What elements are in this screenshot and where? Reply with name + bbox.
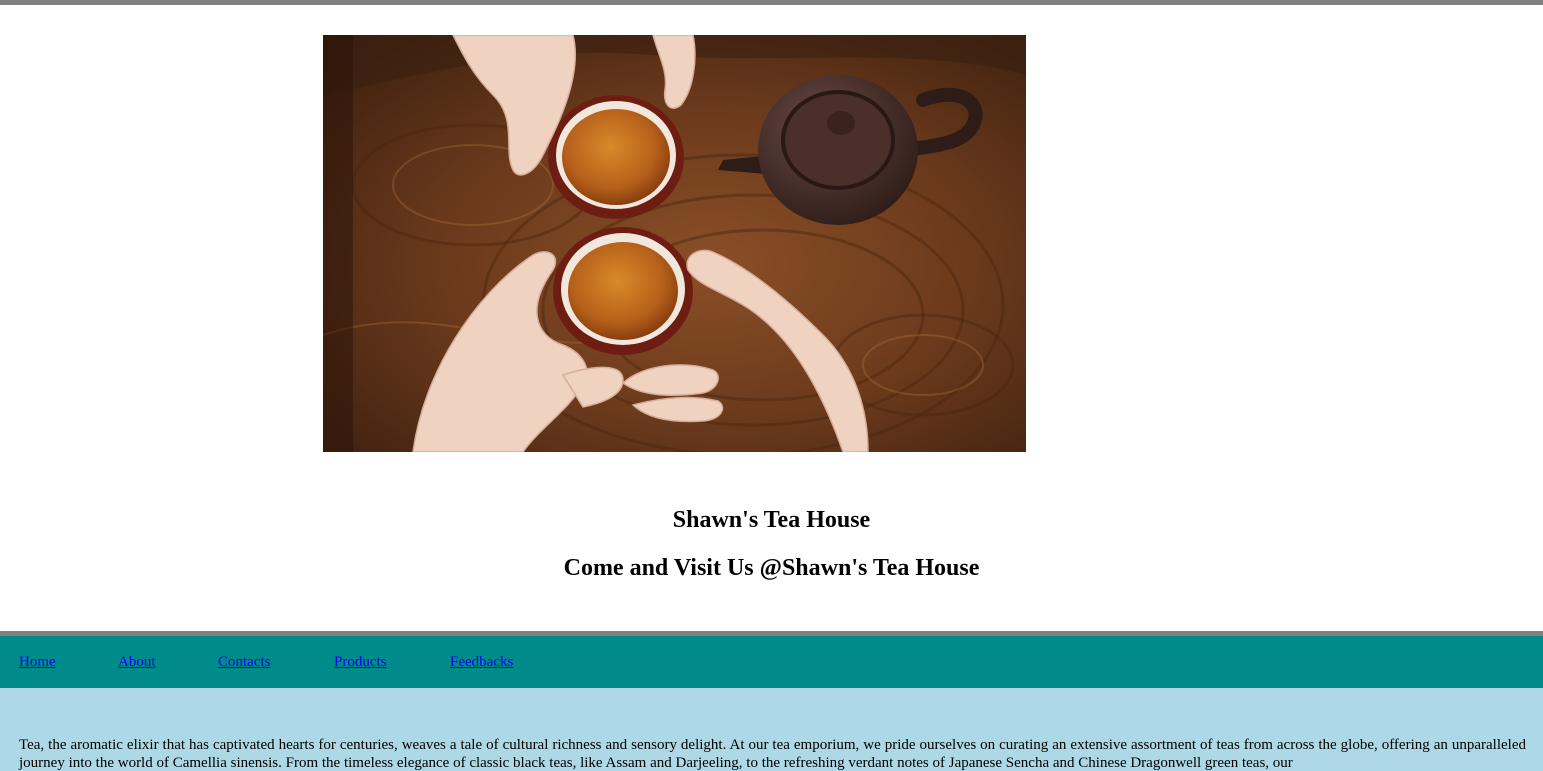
hero-image [323, 35, 1026, 452]
intro-paragraph: Tea, the aromatic elixir that has captiv… [19, 737, 1526, 771]
nav-link-home[interactable]: Home [19, 653, 56, 671]
navbar: Home About Contacts Products Feedbacks [0, 636, 1543, 688]
top-divider [0, 0, 1543, 5]
nav-link-products[interactable]: Products [334, 653, 387, 671]
page-title: Shawn's Tea House [672, 507, 871, 533]
nav-link-about[interactable]: About [118, 653, 156, 671]
page-subtitle: Come and Visit Us @Shawn's Tea House [563, 555, 980, 581]
nav-link-contacts[interactable]: Contacts [218, 653, 271, 671]
title-block: Shawn's Tea House Come and Visit Us @Sha… [0, 500, 1543, 588]
nav-link-feedbacks[interactable]: Feedbacks [450, 653, 513, 671]
intro-section: Tea, the aromatic elixir that has captiv… [0, 688, 1543, 771]
